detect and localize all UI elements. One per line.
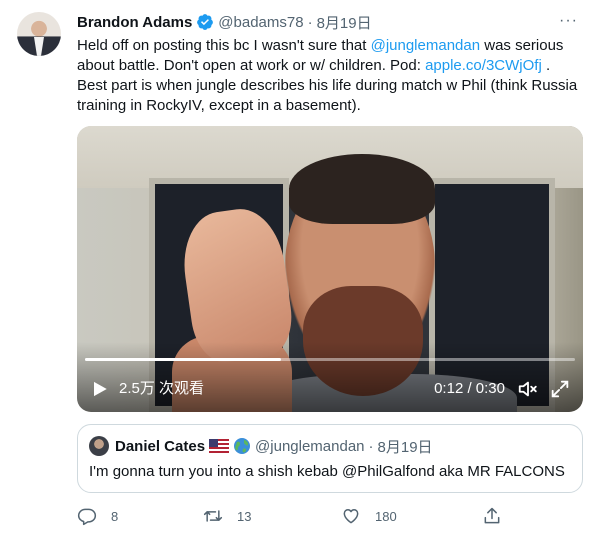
globe-icon (234, 438, 251, 454)
quoted-author-name: Daniel Cates (115, 437, 206, 455)
more-options-icon[interactable]: ··· (559, 12, 578, 30)
like-button[interactable]: 180 (341, 505, 397, 527)
mention-link[interactable]: @junglemandan (371, 37, 480, 54)
fullscreen-icon[interactable] (549, 378, 571, 400)
video-player[interactable]: 2.5万 次观看 0:12 / 0:30 (77, 126, 583, 412)
verified-badge-icon (197, 14, 214, 30)
retweet-count: 13 (237, 508, 252, 524)
video-frame-hair (289, 154, 435, 224)
separator-dot: · (368, 437, 374, 455)
author-avatar[interactable] (17, 12, 61, 56)
retweet-icon (203, 510, 223, 522)
share-icon (484, 507, 500, 524)
us-flag-icon (209, 439, 230, 453)
reply-icon (77, 508, 97, 526)
play-icon[interactable] (91, 380, 109, 398)
author-handle[interactable]: @badams78 (218, 14, 303, 31)
reply-button[interactable]: 8 (77, 505, 118, 527)
quoted-author-avatar (89, 436, 109, 456)
reply-count: 8 (111, 508, 119, 524)
video-progress-bar[interactable] (85, 358, 575, 361)
author-name[interactable]: Brandon Adams (77, 14, 192, 31)
view-count: 2.5万 次观看 (119, 380, 205, 397)
separator-dot: · (307, 13, 313, 31)
video-controls-shade (77, 342, 583, 412)
quoted-tweet-date: 8月19日 (377, 438, 433, 456)
share-button[interactable] (482, 505, 502, 527)
podcast-link[interactable]: apple.co/3CWjOfj (425, 57, 542, 74)
mute-icon[interactable] (517, 378, 539, 400)
video-time: 0:12 / 0:30 (434, 380, 505, 397)
video-progress-fill (85, 358, 281, 361)
quoted-author-handle: @junglemandan (255, 437, 365, 455)
tweet-actions: 8 13 180 (77, 505, 507, 527)
like-count: 180 (375, 508, 397, 524)
tweet-date[interactable]: 8月19日 (317, 12, 372, 33)
quoted-tweet-header: Daniel Cates @junglemandan · 8月19日 (115, 436, 433, 456)
quoted-tweet[interactable]: Daniel Cates @junglemandan · 8月19日 I'm g… (77, 424, 583, 493)
retweet-button[interactable]: 13 (203, 505, 251, 527)
quoted-tweet-text: I'm gonna turn you into a shish kebab @P… (89, 463, 565, 480)
tweet[interactable]: Brandon Adams @badams78 · 8月19日 ··· Held… (0, 0, 600, 538)
tweet-header: Brandon Adams @badams78 · 8月19日 (77, 12, 372, 32)
tweet-text-part: Held off on posting this bc I wasn't sur… (77, 37, 371, 54)
heart-icon (343, 509, 359, 524)
tweet-text: Held off on posting this bc I wasn't sur… (77, 36, 582, 116)
